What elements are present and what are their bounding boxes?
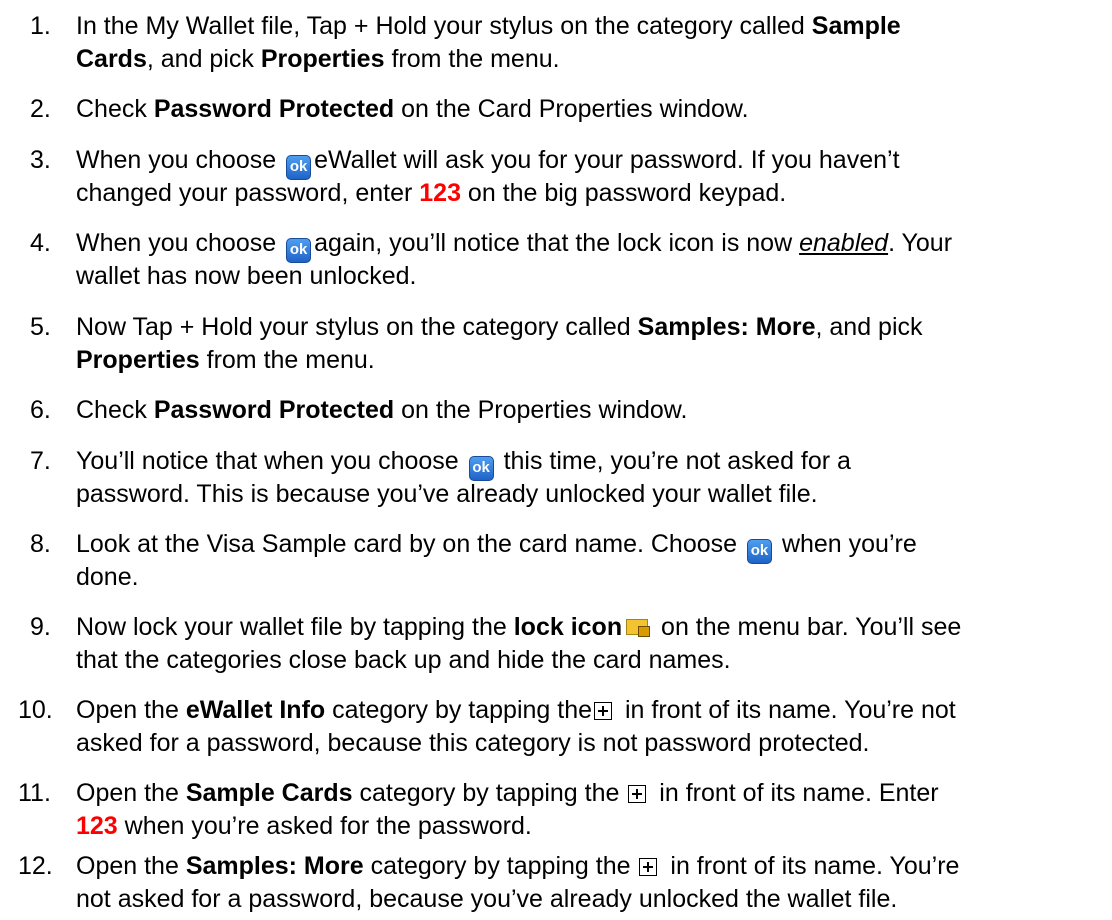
step-text: Check Password Protected on the Card Pro… <box>76 95 749 123</box>
step-number: 9. <box>30 613 51 641</box>
step-text: Now Tap + Hold your stylus on the catego… <box>76 313 923 374</box>
step-number: 6. <box>30 396 51 424</box>
step-number: 11. <box>18 779 51 807</box>
step-number: 1. <box>30 12 51 40</box>
step-number: 3. <box>30 146 51 174</box>
step-number: 10. <box>18 696 53 724</box>
expand-plus-icon <box>594 702 613 720</box>
step-text: Open the Samples: More category by tappi… <box>76 852 960 913</box>
step-number: 2. <box>30 95 51 123</box>
step-number: 4. <box>30 229 51 257</box>
step-text: When you choose ok again, you’ll notice t… <box>76 229 953 290</box>
step-number: 5. <box>30 313 51 341</box>
step-text: When you choose ok eWallet will ask you f… <box>76 146 900 207</box>
expand-plus-icon <box>639 858 658 876</box>
step-text: Check Password Protected on the Properti… <box>76 396 688 424</box>
lock-icon <box>626 617 651 637</box>
step-number: 12. <box>18 852 53 880</box>
step-text: Look at the Visa Sample card by on the c… <box>76 530 917 591</box>
step-text: Open the Sample Cards category by tappin… <box>76 779 939 840</box>
step-text: Now lock your wallet file by tapping the… <box>76 613 962 674</box>
step-text: Open the eWallet Info category by tappin… <box>76 696 956 757</box>
expand-plus-icon <box>628 785 647 803</box>
step-text: In the My Wallet file, Tap + Hold your s… <box>76 12 901 73</box>
step-text: You’ll notice that when you choose ok th… <box>76 447 851 508</box>
step-number: 7. <box>30 447 51 475</box>
ok-icon: ok <box>747 539 772 564</box>
step-number: 8. <box>30 530 51 558</box>
